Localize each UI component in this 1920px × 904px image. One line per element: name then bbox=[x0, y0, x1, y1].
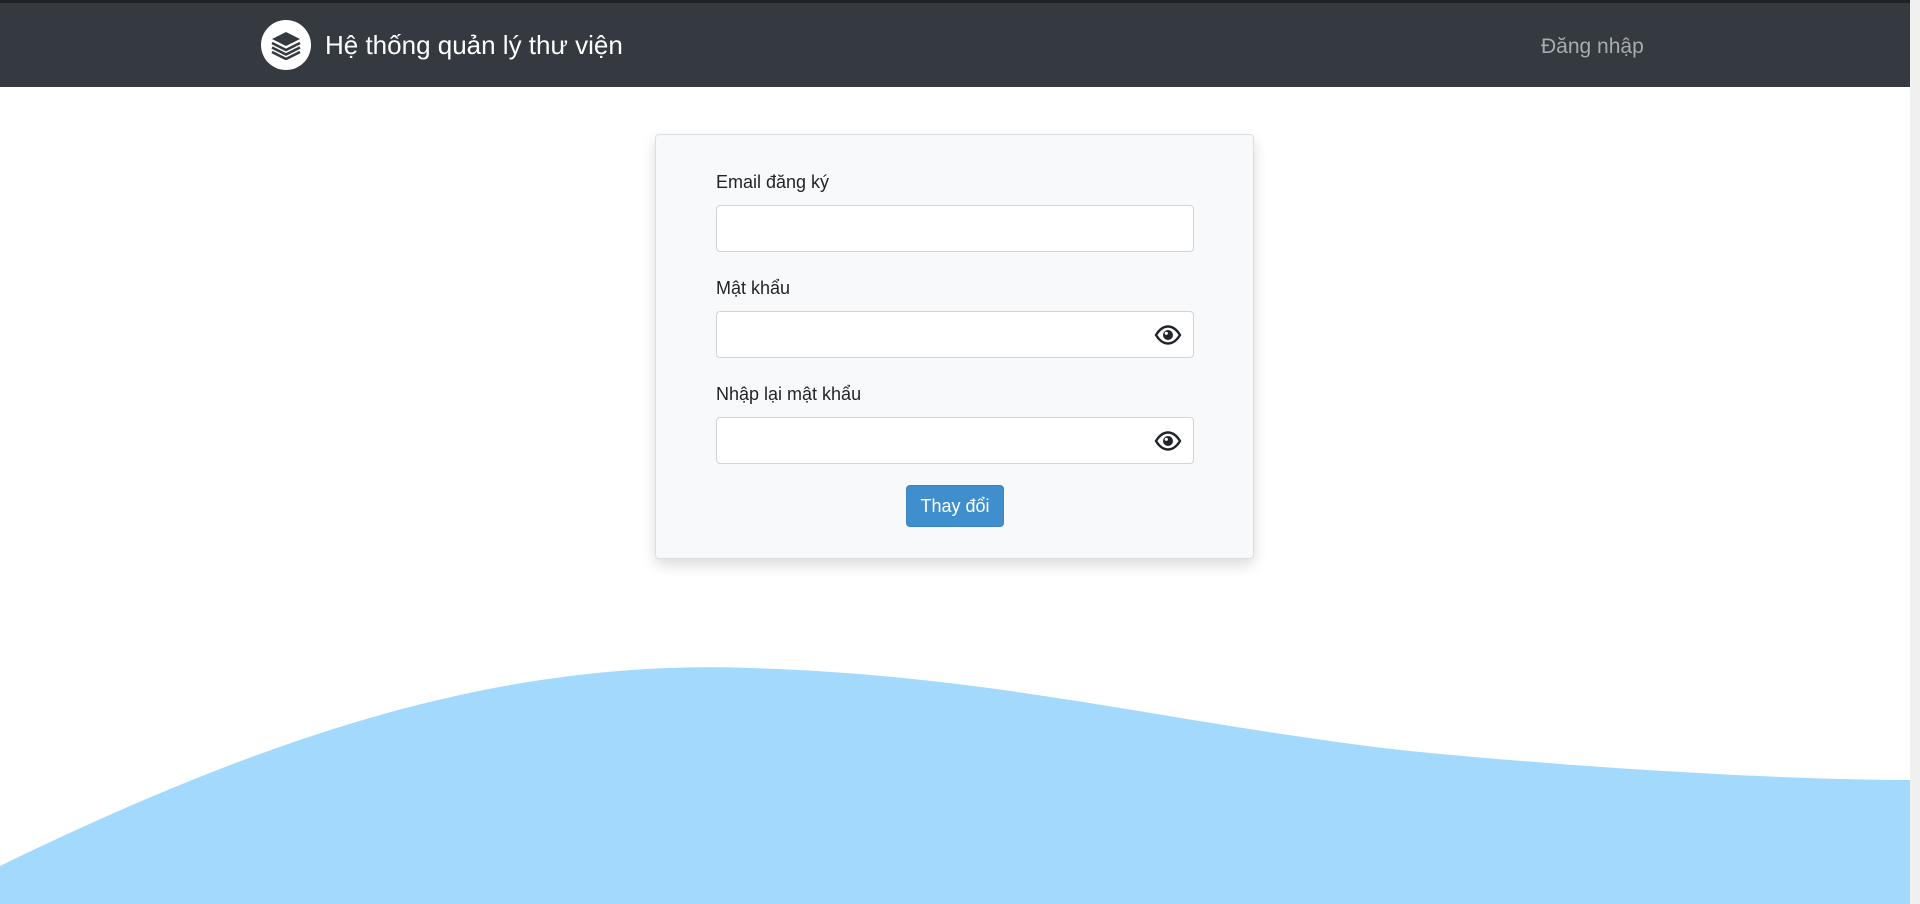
change-password-card: Email đăng ký Mật khẩu Nhập lại mật khẩu… bbox=[655, 134, 1254, 559]
email-input[interactable] bbox=[716, 205, 1194, 252]
password-input[interactable] bbox=[716, 311, 1194, 358]
confirm-password-input[interactable] bbox=[716, 417, 1194, 464]
password-label: Mật khẩu bbox=[716, 278, 791, 298]
submit-button[interactable]: Thay đổi bbox=[906, 485, 1004, 527]
eye-icon[interactable] bbox=[1154, 324, 1182, 346]
eye-icon[interactable] bbox=[1154, 430, 1182, 452]
nav-login-link[interactable]: Đăng nhập bbox=[1541, 34, 1644, 60]
page-scrollbar[interactable] bbox=[1910, 0, 1920, 904]
navbar: Hệ thống quản lý thư viện Đăng nhập bbox=[0, 3, 1910, 87]
brand-title: Hệ thống quản lý thư viện bbox=[325, 30, 623, 60]
email-label: Email đăng ký bbox=[716, 172, 830, 192]
book-stack-icon bbox=[261, 20, 311, 70]
brand-home-link[interactable]: Hệ thống quản lý thư viện bbox=[261, 20, 623, 70]
page: Hệ thống quản lý thư viện Đăng nhập Emai… bbox=[0, 0, 1920, 904]
confirm-password-label: Nhập lại mật khẩu bbox=[716, 384, 862, 404]
